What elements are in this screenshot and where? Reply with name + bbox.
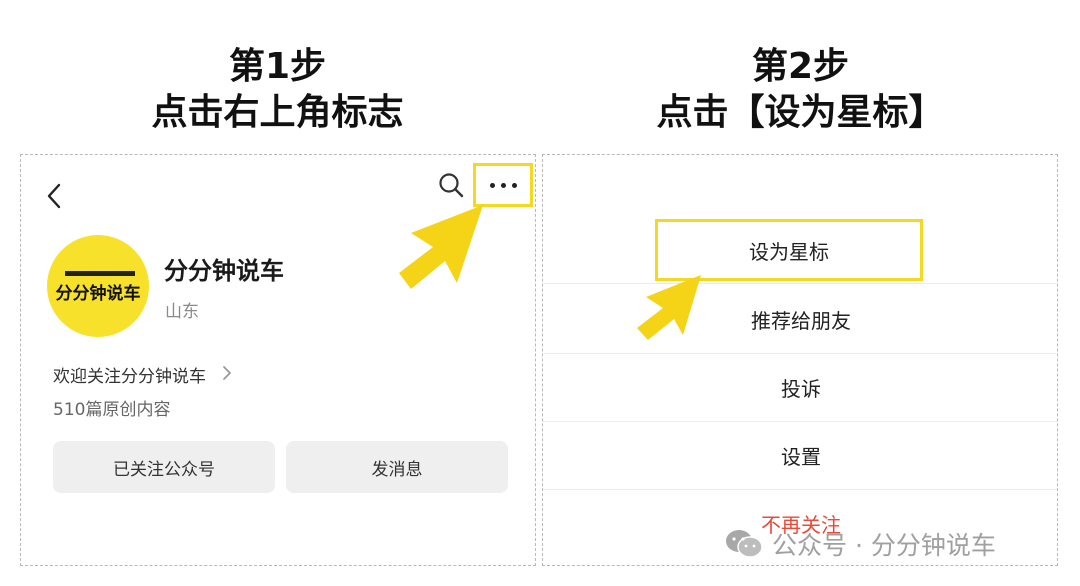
settings-label: 设置 (781, 444, 821, 469)
followed-button[interactable]: 已关注公众号 (53, 441, 275, 493)
settings-menu-item[interactable]: 设置 (543, 421, 1057, 489)
menu-panel: 设为星标 推荐给朋友 投诉 设置 不再关注 (542, 154, 1058, 566)
step2-title-line1: 第2步 (751, 46, 850, 87)
recommend-menu-item[interactable]: 推荐给朋友 (543, 285, 1057, 353)
watermark-text: 公众号 · 分分钟说车 (772, 531, 996, 560)
step1-title-line2: 点击右上角标志 (151, 92, 404, 133)
arrow-icon (637, 275, 701, 340)
set-star-label: 设为星标 (749, 239, 829, 264)
step1-title-line1: 第1步 (228, 46, 327, 87)
arrow-icon (399, 205, 483, 289)
avatar-text: 分分钟说车 (55, 284, 141, 304)
complain-menu-item[interactable]: 投诉 (543, 353, 1057, 421)
complain-label: 投诉 (781, 376, 821, 401)
search-icon[interactable] (437, 171, 465, 199)
account-name: 分分钟说车 (164, 257, 284, 285)
message-button[interactable]: 发消息 (286, 441, 508, 493)
chevron-right-icon (223, 366, 231, 380)
article-count: 510篇原创内容 (53, 400, 171, 420)
step2-title-line2: 点击【设为星标】 (656, 92, 945, 133)
recommend-label: 推荐给朋友 (751, 308, 851, 333)
back-icon[interactable] (43, 181, 67, 211)
account-region: 山东 (165, 302, 199, 322)
step2-title: 第2步 点击【设为星标】 (543, 44, 1058, 136)
avatar: 分分钟说车 (47, 235, 149, 337)
profile-panel: 分分钟说车 分分钟说车 山东 欢迎关注分分钟说车 510篇原创内容 已关注公众号… (20, 154, 536, 566)
watermark: 公众号 · 分分钟说车 (724, 526, 996, 562)
wechat-icon (726, 530, 763, 558)
menu-divider (543, 283, 1057, 284)
welcome-link[interactable]: 欢迎关注分分钟说车 (53, 362, 206, 387)
step1-title: 第1步 点击右上角标志 (20, 44, 535, 136)
